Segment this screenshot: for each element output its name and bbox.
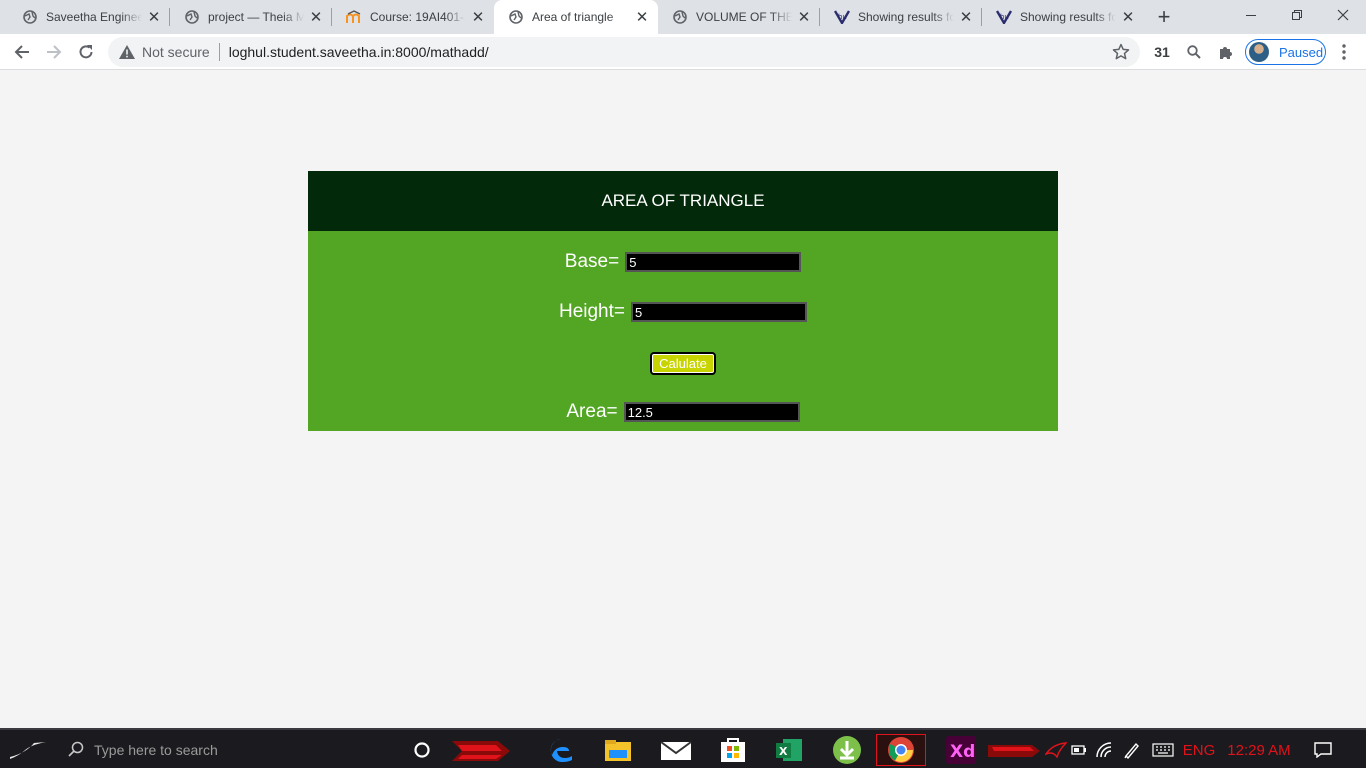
- height-row: Height=: [308, 301, 1058, 323]
- start-button[interactable]: [6, 734, 50, 766]
- globe-icon: [672, 9, 688, 25]
- close-tab-icon[interactable]: ✕: [1120, 9, 1136, 26]
- tab-title: Area of triangle: [532, 10, 614, 24]
- windows-taskbar: Type here to search X Xd ENG 12:29 AM: [0, 728, 1366, 768]
- close-tab-icon[interactable]: ✕: [146, 9, 162, 26]
- browser-toolbar: Not secure loghul.student.saveetha.in:80…: [0, 34, 1366, 70]
- keyboard-icon[interactable]: [1150, 734, 1176, 766]
- forward-button[interactable]: [40, 38, 68, 66]
- svg-text:hu: hu: [838, 13, 847, 21]
- restore-button[interactable]: [1274, 0, 1320, 30]
- avatar: [1249, 42, 1269, 62]
- area-output[interactable]: [623, 402, 800, 422]
- hu-icon: hu: [996, 9, 1012, 25]
- area-row: Area=: [308, 401, 1058, 423]
- browser-tab-active[interactable]: Area of triangle ✕: [494, 0, 658, 34]
- browser-tab[interactable]: Saveetha Engineering College ✕: [8, 0, 170, 34]
- close-tab-icon[interactable]: ✕: [796, 9, 812, 26]
- security-label[interactable]: Not secure: [142, 44, 210, 60]
- height-input[interactable]: [631, 302, 808, 322]
- browser-tab[interactable]: hu Showing results for ✕: [982, 0, 1144, 34]
- back-button[interactable]: [8, 38, 36, 66]
- globe-icon: [184, 9, 200, 25]
- close-tab-icon[interactable]: ✕: [958, 9, 974, 26]
- file-explorer-icon[interactable]: [600, 734, 636, 766]
- taskbar-search[interactable]: Type here to search: [58, 730, 398, 768]
- search-icon: [68, 741, 84, 760]
- hu-icon: hu: [834, 9, 850, 25]
- address-bar[interactable]: Not secure loghul.student.saveetha.in:80…: [108, 37, 1140, 67]
- warning-icon[interactable]: [118, 43, 136, 61]
- url-text[interactable]: loghul.student.saveetha.in:8000/mathadd/: [229, 44, 489, 60]
- base-input[interactable]: [625, 252, 802, 272]
- tab-strip: Saveetha Engineering College ✕ project —…: [0, 0, 1366, 34]
- language-indicator[interactable]: ENG: [1180, 734, 1218, 766]
- excel-icon[interactable]: X: [770, 734, 808, 766]
- tab-title: Saveetha Engineering College: [46, 10, 142, 24]
- close-tab-icon[interactable]: ✕: [308, 9, 324, 26]
- tab-title: Showing results for: [1020, 10, 1116, 24]
- profile-status: Paused: [1279, 44, 1324, 60]
- height-label: Height=: [558, 301, 626, 322]
- menu-kebab-icon[interactable]: [1334, 40, 1354, 64]
- moodle-icon: [346, 9, 362, 25]
- pen-icon[interactable]: [1120, 734, 1144, 766]
- wifi-icon[interactable]: [1094, 734, 1116, 766]
- page-title: AREA OF TRIANGLE: [308, 171, 1058, 231]
- rog-logo-icon[interactable]: [1044, 734, 1068, 766]
- browser-tab[interactable]: VOLUME OF THE CYLINDER ✕: [658, 0, 820, 34]
- svg-text:hu: hu: [1000, 13, 1009, 21]
- close-tab-icon[interactable]: ✕: [470, 9, 486, 26]
- download-manager-icon[interactable]: [828, 734, 866, 766]
- base-row: Base=: [308, 251, 1058, 273]
- tab-title: Course: 19AI401-1: [370, 10, 466, 24]
- mail-icon[interactable]: [656, 734, 696, 766]
- profile-button[interactable]: Paused: [1245, 39, 1326, 65]
- calculate-button[interactable]: Calulate: [650, 352, 716, 375]
- close-tab-icon[interactable]: ✕: [634, 9, 650, 26]
- reload-button[interactable]: [72, 38, 100, 66]
- rog-decoration-icon: [988, 734, 1044, 766]
- base-label: Base=: [564, 251, 620, 272]
- search-icon[interactable]: [1182, 40, 1206, 64]
- page-viewport: AREA OF TRIANGLE Base= Height= Calulate …: [0, 70, 1366, 728]
- browser-tab[interactable]: project — Theia Mathadd ✕: [170, 0, 332, 34]
- tab-title: VOLUME OF THE CYLINDER: [696, 10, 792, 24]
- omnibox-divider: [218, 43, 220, 61]
- tab-title: Showing results for: [858, 10, 954, 24]
- browser-tab[interactable]: Course: 19AI401-1 ✕: [332, 0, 494, 34]
- battery-icon[interactable]: [1070, 734, 1088, 766]
- globe-icon: [22, 9, 38, 25]
- globe-icon: [508, 9, 524, 25]
- extensions-puzzle-icon[interactable]: [1214, 40, 1238, 64]
- button-row: Calulate: [308, 352, 1058, 375]
- edge-icon[interactable]: [544, 734, 580, 766]
- clock[interactable]: 12:29 AM: [1222, 734, 1296, 766]
- search-placeholder: Type here to search: [94, 742, 218, 758]
- new-tab-button[interactable]: +: [1152, 4, 1176, 29]
- close-window-button[interactable]: [1320, 0, 1366, 30]
- browser-tab[interactable]: hu Showing results for ✕: [820, 0, 982, 34]
- calculator-card: AREA OF TRIANGLE Base= Height= Calulate …: [308, 171, 1058, 431]
- adobe-xd-icon[interactable]: Xd: [936, 734, 986, 766]
- chrome-icon[interactable]: [876, 734, 926, 766]
- extension-badge[interactable]: 31: [1150, 40, 1174, 64]
- store-icon[interactable]: [714, 734, 752, 766]
- minimize-button[interactable]: [1228, 0, 1274, 30]
- notification-icon[interactable]: [1310, 734, 1336, 766]
- cortana-icon[interactable]: [406, 734, 438, 766]
- tab-title: project — Theia Mathadd: [208, 10, 304, 24]
- bookmark-star-icon[interactable]: [1112, 43, 1130, 61]
- rog-decoration-icon: [448, 734, 538, 766]
- area-label: Area=: [566, 401, 618, 422]
- svg-text:Xd: Xd: [950, 742, 975, 762]
- svg-text:X: X: [779, 745, 788, 758]
